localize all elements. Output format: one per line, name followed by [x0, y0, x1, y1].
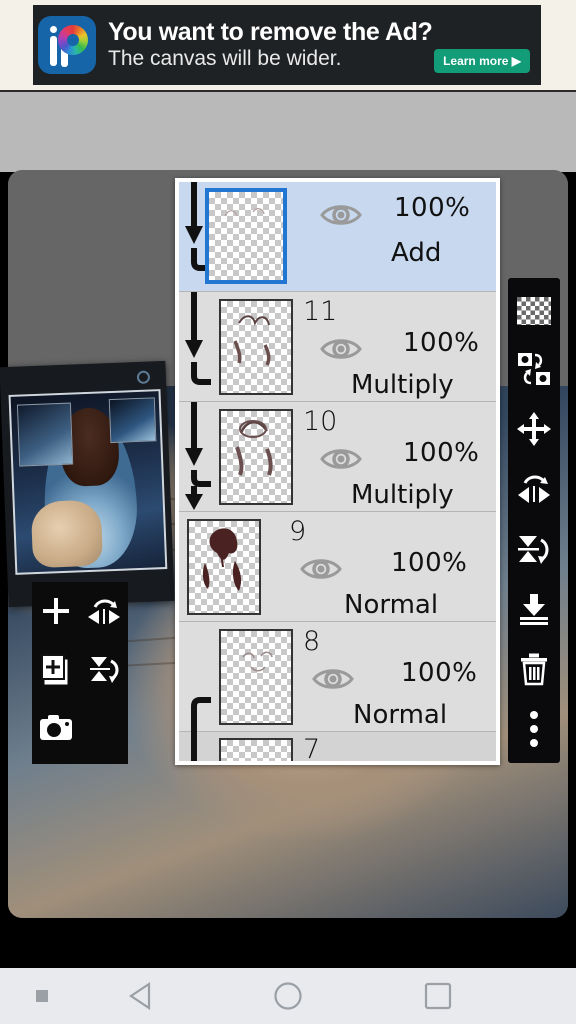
- flip-horizontal-icon[interactable]: [512, 460, 556, 518]
- layer-panel[interactable]: 100% Add 11 100% Multiply 10 100% Multip…: [175, 178, 500, 765]
- layer-thumbnail[interactable]: [219, 629, 293, 725]
- layer-blend-mode: Normal: [353, 700, 448, 730]
- table-row[interactable]: 11 100% Multiply: [179, 290, 496, 402]
- ad-learn-more-button[interactable]: Learn more ▶: [434, 49, 530, 73]
- layer-opacity: 100%: [401, 658, 478, 688]
- reference-image-window[interactable]: [0, 360, 175, 608]
- layer-number: 11: [303, 296, 338, 327]
- layer-blend-mode: Add: [391, 238, 442, 268]
- app-top-background: [0, 92, 576, 172]
- add-layer-icon[interactable]: [32, 582, 80, 640]
- layer-number: 9: [289, 516, 307, 547]
- clipping-indicator: [179, 400, 211, 511]
- clipping-indicator: [179, 622, 211, 732]
- reference-window-handle-icon[interactable]: [136, 370, 151, 384]
- ibispaint-logo-icon: [38, 16, 96, 74]
- layer-visibility-toggle[interactable]: [311, 666, 355, 692]
- layer-thumbnail[interactable]: [219, 409, 293, 505]
- app-screen: You want to remove the Ad? The canvas wi…: [0, 0, 576, 1024]
- left-tool-panel: [32, 582, 128, 764]
- layer-thumbnail[interactable]: [219, 738, 293, 761]
- layer-list[interactable]: 100% Add 11 100% Multiply 10 100% Multip…: [179, 182, 496, 761]
- ad-strip: You want to remove the Ad? The canvas wi…: [0, 0, 576, 92]
- layer-blend-mode: Normal: [344, 590, 439, 620]
- layer-opacity: 100%: [394, 193, 471, 223]
- layer-blend-mode: Multiply: [351, 480, 454, 510]
- layer-thumbnail[interactable]: [205, 188, 287, 284]
- layer-number: 7: [303, 734, 321, 765]
- table-row[interactable]: 9 100% Normal: [179, 512, 496, 622]
- layer-visibility-toggle[interactable]: [319, 336, 363, 362]
- clipping-indicator: [179, 732, 211, 761]
- flip-vertical-icon[interactable]: [512, 520, 556, 578]
- move-icon[interactable]: [512, 400, 556, 458]
- layer-number: 8: [303, 626, 321, 657]
- ad-headline: You want to remove the Ad?: [108, 17, 433, 46]
- camera-import-icon[interactable]: [32, 698, 80, 756]
- layer-thumbnail[interactable]: [187, 519, 261, 615]
- android-nav-bar: [0, 968, 576, 1024]
- layer-opacity: 100%: [391, 548, 468, 578]
- right-tool-panel: [508, 278, 560, 763]
- reference-figure-shape: [30, 499, 104, 569]
- nav-recents-icon[interactable]: [418, 980, 458, 1012]
- nav-home-icon[interactable]: [268, 980, 308, 1012]
- layer-visibility-toggle[interactable]: [319, 202, 363, 228]
- clipping-indicator: [179, 290, 211, 401]
- table-row[interactable]: 7: [179, 732, 496, 765]
- transparency-checker-icon[interactable]: [512, 282, 556, 340]
- reference-thumbnail-b: [108, 397, 157, 444]
- swap-layers-icon[interactable]: [512, 340, 556, 398]
- table-row[interactable]: 100% Add: [179, 182, 496, 292]
- layer-visibility-toggle[interactable]: [299, 556, 343, 582]
- more-options-icon[interactable]: [512, 700, 556, 758]
- duplicate-layer-icon[interactable]: [32, 640, 80, 698]
- layer-opacity: 100%: [403, 328, 480, 358]
- layer-thumbnail[interactable]: [219, 299, 293, 395]
- layer-blend-mode: Multiply: [351, 370, 454, 400]
- table-row[interactable]: 8 100% Normal: [179, 622, 496, 732]
- reference-image: [8, 389, 168, 575]
- flip-vertical-icon[interactable]: [80, 640, 128, 698]
- bottom-toolbar: 3.0: [0, 888, 576, 968]
- nav-back-icon[interactable]: [120, 980, 160, 1012]
- table-row[interactable]: 10 100% Multiply: [179, 400, 496, 512]
- flip-horizontal-icon[interactable]: [80, 582, 128, 640]
- layer-opacity: 100%: [403, 438, 480, 468]
- layer-visibility-toggle[interactable]: [319, 446, 363, 472]
- ad-banner[interactable]: You want to remove the Ad? The canvas wi…: [33, 5, 541, 85]
- delete-layer-icon[interactable]: [512, 640, 556, 698]
- nav-dot-icon[interactable]: [34, 988, 50, 1004]
- layer-controls-bar: Clipping α Alpha Lock Add 100%: [0, 768, 576, 884]
- reference-thumbnail-a: [16, 402, 74, 467]
- merge-down-icon[interactable]: [512, 580, 556, 638]
- layer-number: 10: [303, 406, 338, 437]
